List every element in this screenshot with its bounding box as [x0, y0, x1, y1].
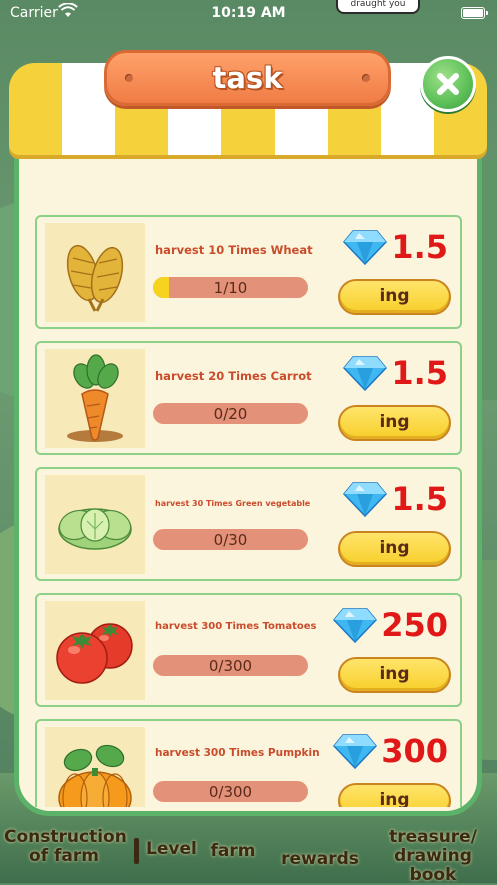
task-action-button[interactable]: ing [338, 279, 451, 315]
task-list[interactable]: harvest 10 Times Wheat 1/10 1.5 ing harv… [35, 215, 462, 807]
task-label: harvest 10 Times Wheat [155, 243, 313, 257]
task-row: harvest 30 Times Green vegetable 0/30 1.… [35, 467, 462, 581]
status-bar: Carrier 10:19 AM [0, 0, 497, 26]
reward: 250 [333, 605, 448, 645]
reward-amount: 300 [381, 732, 448, 770]
task-row: harvest 300 Times Pumpkin 0/300 300 ing [35, 719, 462, 807]
wheat-icon [45, 223, 145, 322]
panel-title: task [212, 61, 283, 95]
progress-text: 0/300 [208, 657, 253, 675]
task-action-button[interactable]: ing [338, 405, 451, 441]
task-progress-bar: 1/10 [153, 277, 308, 298]
reward: 1.5 [343, 479, 448, 519]
task-progress-bar: 0/20 [153, 403, 308, 424]
pumpkin-icon [45, 727, 145, 807]
task-label: harvest 300 Times Pumpkin [155, 747, 320, 759]
nav-treasure-label[interactable]: treasure/ drawing book [374, 828, 492, 885]
task-label: harvest 20 Times Carrot [155, 369, 312, 383]
reward: 1.5 [343, 227, 448, 267]
close-icon [437, 73, 459, 95]
task-label: harvest 300 Times Tomatoes [155, 621, 317, 632]
task-row: harvest 300 Times Tomatoes 0/300 250 ing [35, 593, 462, 707]
clock: 10:19 AM [211, 5, 286, 21]
reward: 1.5 [343, 353, 448, 393]
nav-construction-label[interactable]: Construction of farm [4, 828, 127, 866]
reward-amount: 1.5 [391, 480, 448, 518]
carrot-icon [45, 349, 145, 448]
task-action-button[interactable]: ing [338, 531, 451, 567]
diamond-icon [343, 356, 388, 391]
diamond-icon [333, 734, 378, 769]
nav-rewards-label[interactable]: rewards [280, 850, 360, 869]
task-progress-bar: 0/300 [153, 781, 308, 802]
tomato-icon [45, 601, 145, 700]
reward-amount: 250 [381, 606, 448, 644]
title-plank: task [104, 50, 391, 106]
close-button[interactable] [420, 56, 476, 112]
reward-amount: 1.5 [391, 354, 448, 392]
battery-icon [461, 7, 488, 19]
speech-bubble: draught you [336, 0, 420, 14]
task-row: harvest 20 Times Carrot 0/20 1.5 ing [35, 341, 462, 455]
progress-text: 0/30 [213, 531, 248, 549]
diamond-icon [343, 482, 388, 517]
task-progress-bar: 0/300 [153, 655, 308, 676]
diamond-icon [343, 230, 388, 265]
reward-amount: 1.5 [391, 228, 448, 266]
nav-farm-label[interactable]: farm [208, 842, 258, 861]
progress-text: 0/20 [213, 405, 248, 423]
task-row: harvest 10 Times Wheat 1/10 1.5 ing [35, 215, 462, 329]
progress-text: 1/10 [213, 279, 248, 297]
reward: 300 [333, 731, 448, 771]
task-action-button[interactable]: ing [338, 783, 451, 807]
progress-text: 0/300 [208, 783, 253, 801]
task-label: harvest 30 Times Green vegetable [155, 499, 311, 508]
cabbage-icon [45, 475, 145, 574]
nav-level-label[interactable]: Level [146, 840, 197, 859]
task-progress-bar: 0/30 [153, 529, 308, 550]
task-action-button[interactable]: ing [338, 657, 451, 693]
diamond-icon [333, 608, 378, 643]
